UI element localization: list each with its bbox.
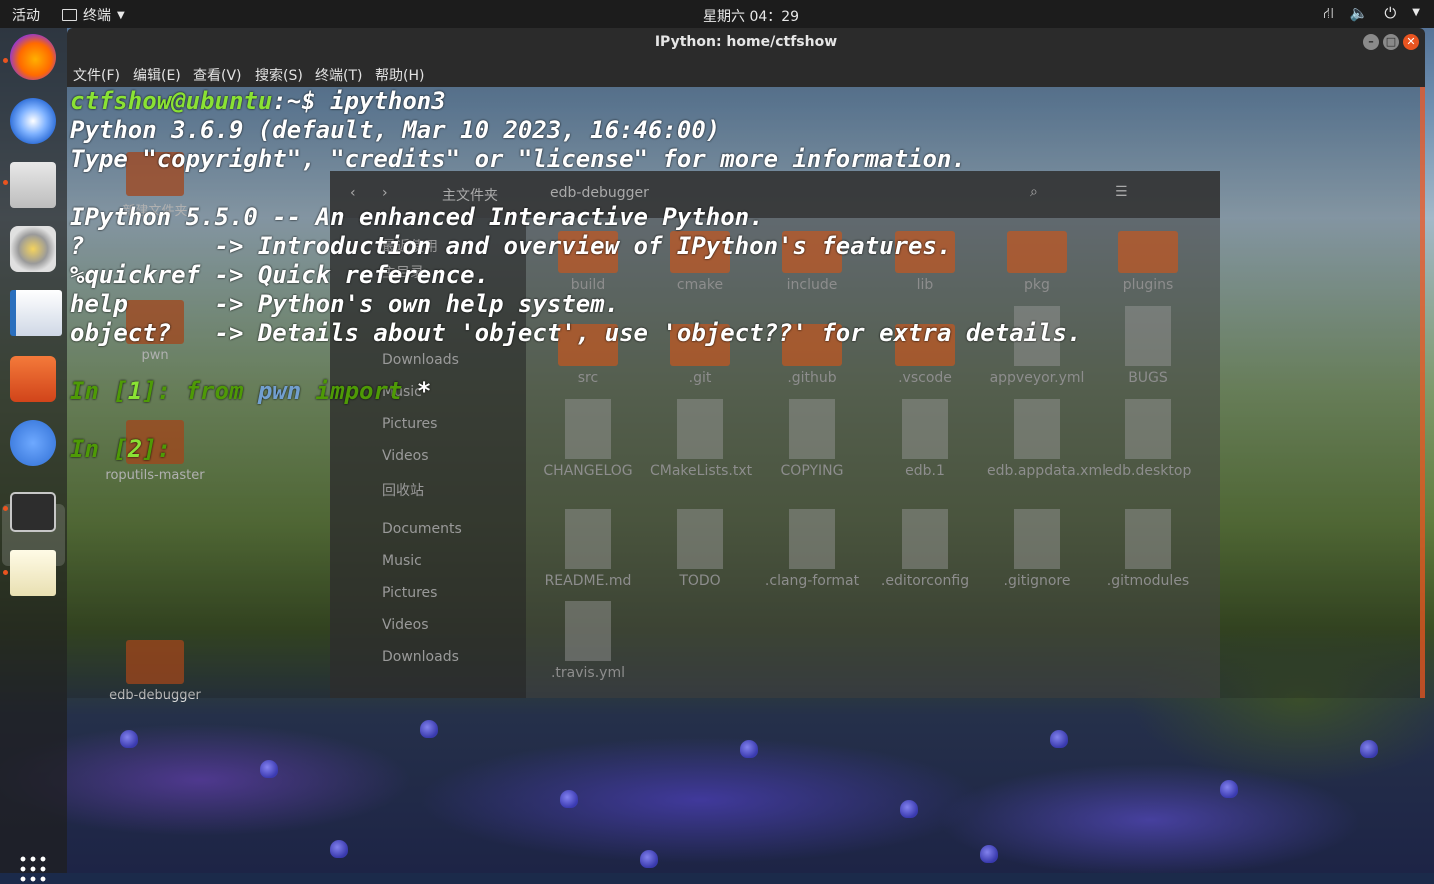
firefox-icon[interactable] (10, 34, 56, 80)
clock[interactable]: 星期六 04：29 (703, 6, 799, 26)
menu-help[interactable]: 帮助(H) (375, 65, 424, 85)
help-icon[interactable] (10, 420, 56, 466)
wallpaper-flower (1050, 730, 1068, 748)
prompt-line: ctfshow@ubuntu:~$ ipython3 (70, 87, 446, 115)
close-button[interactable]: ✕ (1403, 34, 1419, 50)
wallpaper-flower (740, 740, 758, 758)
wallpaper-flower (260, 760, 278, 778)
output-line: %quickref -> Quick reference. (70, 261, 490, 289)
chevron-down-icon: ▼ (1412, 7, 1420, 18)
volume-icon: 🔈 (1349, 4, 1369, 22)
wallpaper-flower (1220, 780, 1238, 798)
menu-edit[interactable]: 编辑(E) (133, 65, 181, 85)
output-line: help -> Python's own help system. (70, 290, 620, 318)
wallpaper-flower (980, 845, 998, 863)
file-item: CMakeLists.txt (650, 399, 752, 479)
file-item: .editorconfig (875, 509, 975, 589)
file-item: COPYING (762, 399, 862, 479)
sidebar-item: Pictures (382, 585, 438, 601)
file-item: pkg (987, 231, 1087, 293)
rhythmbox-icon[interactable] (10, 226, 56, 272)
wallpaper-flower (330, 840, 348, 858)
chevron-down-icon: ▼ (117, 9, 125, 21)
back-icon: ‹ (350, 185, 356, 201)
terminal-app-icon (62, 9, 77, 21)
system-tray[interactable]: ⛙ 🔈 ⏻ ▼ (1323, 4, 1420, 24)
terminal-window: IPython: home/ctfshow – □ ✕ 文件(F) 编辑(E) … (67, 28, 1425, 698)
minimize-button[interactable]: – (1363, 34, 1379, 50)
running-indicator (3, 570, 8, 575)
breadcrumb-home: 主文件夹 (442, 188, 498, 204)
sidebar-item: Music (382, 553, 422, 569)
breadcrumb-current: edb-debugger (550, 185, 649, 201)
output-line: object? -> Details about 'object', use '… (70, 319, 1082, 347)
app-menu-label: 终端 (83, 8, 111, 24)
file-item: edb.desktop (1098, 399, 1198, 479)
file-item: .travis.yml (538, 601, 638, 681)
network-icon: ⛙ (1323, 4, 1334, 22)
file-item: .gitmodules (1098, 509, 1198, 589)
search-icon: ⌕ (1030, 184, 1038, 200)
sidebar-item: 回收站 (382, 483, 424, 499)
top-bar: 活动 终端 ▼ 星期六 04：29 ⛙ 🔈 ⏻ ▼ (0, 0, 1434, 28)
sidebar-item: Pictures (382, 416, 438, 432)
activities-button[interactable]: 活动 (12, 5, 40, 25)
file-item: CHANGELOG (538, 399, 638, 479)
file-item: TODO (650, 509, 750, 589)
output-line: Type "copyright", "credits" or "license"… (70, 145, 966, 173)
ipython-input-1: In [1]: from pwn import * (70, 377, 432, 405)
file-item: BUGS (1098, 306, 1198, 386)
forward-icon: › (382, 185, 388, 201)
file-item: README.md (538, 509, 638, 589)
file-item: edb.1 (875, 399, 975, 479)
output-line: ? -> Introduction and overview of IPytho… (70, 232, 952, 260)
sidebar-item: Downloads (382, 649, 459, 665)
file-item: .clang-format (762, 509, 862, 589)
file-item: edb.appdata.xml (987, 399, 1106, 479)
dock (0, 28, 67, 884)
menu-file[interactable]: 文件(F) (73, 65, 120, 85)
file-item: .gitignore (987, 509, 1087, 589)
show-applications-icon[interactable] (18, 854, 48, 884)
menu-bar: 文件(F) 编辑(E) 查看(V) 搜索(S) 终端(T) 帮助(H) (67, 58, 1425, 87)
file-item: plugins (1098, 231, 1198, 293)
terminal-icon[interactable] (10, 492, 56, 532)
sidebar-item: Downloads (382, 352, 459, 368)
terminal-output[interactable]: ‹ › 主文件夹 edb-debugger ⌕ ☰ 最近使用 主目录 Downl… (67, 87, 1420, 698)
sidebar-item: Documents (382, 521, 462, 537)
wallpaper-flower (900, 800, 918, 818)
window-titlebar[interactable]: IPython: home/ctfshow – □ ✕ (67, 28, 1425, 58)
output-line: Python 3.6.9 (default, Mar 10 2023, 16:4… (70, 116, 721, 144)
power-icon: ⏻ (1384, 4, 1397, 22)
ipython-input-2[interactable]: In [2]: (70, 435, 186, 463)
menu-terminal[interactable]: 终端(T) (315, 65, 362, 85)
window-title: IPython: home/ctfshow (654, 34, 838, 50)
scrollbar[interactable] (1420, 87, 1425, 698)
running-indicator (3, 180, 8, 185)
software-center-icon[interactable] (10, 356, 56, 402)
menu-view[interactable]: 查看(V) (193, 65, 242, 85)
files-icon[interactable] (10, 162, 56, 208)
wallpaper-flower (120, 730, 138, 748)
writer-icon[interactable] (10, 290, 62, 336)
menu-search[interactable]: 搜索(S) (255, 65, 303, 85)
app-menu[interactable]: 终端 ▼ (62, 5, 125, 25)
output-line: IPython 5.5.0 -- An enhanced Interactive… (70, 203, 764, 231)
wallpaper-flower (1360, 740, 1378, 758)
running-indicator (3, 58, 8, 63)
sidebar-item: Videos (382, 617, 429, 633)
text-editor-icon[interactable] (10, 550, 56, 596)
maximize-button[interactable]: □ (1383, 34, 1399, 50)
thunderbird-icon[interactable] (10, 98, 56, 144)
sidebar-item: Videos (382, 448, 429, 464)
wallpaper-flower (640, 850, 658, 868)
running-indicator (3, 506, 8, 511)
wallpaper-flower (420, 720, 438, 738)
menu-icon: ☰ (1115, 184, 1128, 200)
wallpaper-flower (560, 790, 578, 808)
